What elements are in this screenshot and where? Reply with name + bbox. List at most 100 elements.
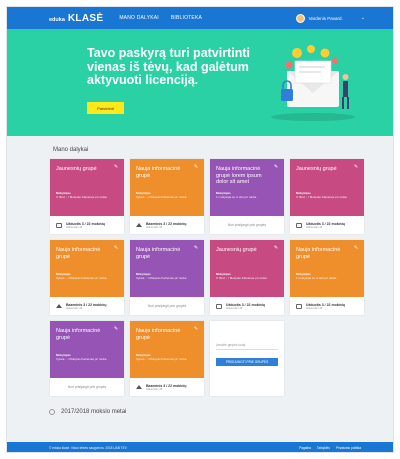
hero-title: Tavo paskyrą turi patvirtinti vienas iš …: [87, 46, 251, 87]
card-header[interactable]: Nauja informacinė grupė ✎ Mokytojas Vyta…: [130, 240, 204, 297]
card-footer: Užduotis 3 / 22 mokinių Atlikta laiku 48: [50, 216, 124, 234]
section-title: Mano dalykai: [53, 147, 89, 153]
subject-card[interactable]: Jaunesnių grupė ✎ Mokytojas V. Bud... / …: [50, 159, 124, 234]
card-title: Nauja informacinė grupė: [56, 328, 101, 341]
subject-card[interactable]: Nauja informacinė grupė ✎ Mokytojas 1 mo…: [290, 240, 364, 315]
book-icon: [296, 222, 302, 228]
logo-big: KLASĖ: [67, 12, 104, 24]
card-meta: Vytaut... / Mokytas Kalnėnas pri ranka: [136, 357, 187, 361]
app-frame: eduka KLASĖ MANO DALYKAI BIBLIOTEKA Vard…: [6, 6, 394, 453]
copyright-text: © eduka klasė. Visos teisės saugomos. 20…: [49, 446, 127, 450]
pencil-icon[interactable]: ✎: [273, 164, 279, 170]
avatar[interactable]: [295, 13, 305, 23]
card-footer: Bazeninis 3 / 22 mokinių Atlikta laiku 4…: [130, 378, 204, 396]
group-code-input[interactable]: [216, 349, 278, 350]
subject-card[interactable]: Jaunesnių grupė ✎ Mokytojas V. Bud... / …: [210, 240, 284, 315]
join-group-link[interactable]: Nori prisijungti prie grupės: [228, 223, 266, 227]
card-header[interactable]: Jaunesnių grupė ✎ Mokytojas V. Bud... / …: [210, 240, 284, 297]
subject-card[interactable]: Nauja informacinė grupė lorem ipsum dolo…: [210, 159, 284, 234]
group-code-label[interactable]: Įveskite grupės kodą: [216, 343, 245, 347]
card-footer: Nori prisijungti prie grupės: [50, 378, 124, 396]
card-footer: Bazeninis 3 / 22 mokinių Atlikta laiku 4…: [130, 216, 204, 234]
card-header[interactable]: Nauja informacinė grupė lorem ipsum dolo…: [210, 159, 284, 216]
card-footer: Nori prisijungti prie grupės: [210, 216, 284, 234]
join-group-link[interactable]: Nori prisijungti prie grupės: [148, 304, 186, 308]
card-header[interactable]: Nauja informacinė grupė ✎ Mokytojas Vyta…: [50, 240, 124, 297]
footer-link-terms[interactable]: Taisyklės: [317, 446, 330, 450]
book-icon: [216, 303, 222, 309]
top-nav: eduka KLASĖ MANO DALYKAI BIBLIOTEKA Vard…: [7, 7, 393, 29]
card-title: Nauja informacinė grupė: [136, 166, 181, 179]
card-stat-sub: Atlikta laiku 48: [66, 306, 83, 310]
card-meta: Vytaut... / Mokytas Kalnėnas pri ranka: [56, 357, 107, 361]
hero-banner: Tavo paskyrą turi patvirtinti vienas iš …: [7, 29, 393, 136]
footer-link-privacy[interactable]: Privatumo politika: [336, 446, 361, 450]
card-header[interactable]: Nauja informacinė grupė ✎ Mokytojas Vyta…: [130, 159, 204, 216]
card-meta: Vytaut... / Mokytas Kalnėnas pri ranka: [136, 276, 187, 280]
radio-icon[interactable]: [49, 409, 55, 415]
card-title: Nauja informacinė grupė lorem ipsum dolo…: [216, 166, 262, 185]
card-stat-sub: Atlikta laiku 48: [226, 306, 243, 310]
card-header[interactable]: Nauja informacinė grupė ✎ Mokytojas Vyta…: [50, 321, 124, 378]
join-group-link[interactable]: Nori prisijungti prie grupės: [68, 385, 106, 389]
card-meta: V. Bud... / Mokytas Kalnėnas pri ranka: [296, 195, 347, 199]
join-group-card: Įveskite grupės kodą PRISIJUNGTI PRIE GR…: [210, 321, 284, 396]
pencil-icon[interactable]: ✎: [193, 164, 199, 170]
footer: © eduka klasė. Visos teisės saugomos. 20…: [7, 442, 393, 452]
card-header[interactable]: Jaunesnių grupė ✎ Mokytojas V. Bud... / …: [50, 159, 124, 216]
card-title: Nauja informacinė grupė: [136, 247, 181, 260]
pencil-icon[interactable]: ✎: [193, 245, 199, 251]
card-meta: 1 mokytojai su ci aris pri ranka: [216, 195, 257, 199]
card-stat-sub: Atlikta laiku 48: [146, 225, 163, 229]
chevron-down-icon[interactable]: ⌄: [361, 15, 365, 21]
card-stat-sub: Atlikta laiku 48: [306, 225, 323, 229]
card-title: Jaunesnių grupė: [56, 166, 97, 172]
card-stat-sub: Atlikta laiku 48: [146, 387, 163, 391]
pencil-icon[interactable]: ✎: [113, 164, 119, 170]
card-stat-sub: Atlikta laiku 48: [66, 225, 83, 229]
card-meta: Vytaut... / Mokytas Kalnėnas pri ranka: [56, 276, 107, 280]
join-group-button[interactable]: PRISIJUNGTI PRIE GRUPĖS: [216, 358, 278, 366]
card-title: Jaunesnių grupė: [216, 247, 257, 253]
subject-card[interactable]: Nauja informacinė grupė ✎ Mokytojas Vyta…: [130, 321, 204, 396]
school-year-toggle[interactable]: 2017/2018 mokslo metai: [49, 409, 126, 415]
subject-card[interactable]: Nauja informacinė grupė ✎ Mokytojas Vyta…: [130, 240, 204, 315]
pencil-icon[interactable]: ✎: [273, 245, 279, 251]
footer-link-help[interactable]: Pagalba: [299, 446, 311, 450]
card-title: Jaunesnių grupė: [296, 166, 337, 172]
school-year-label: 2017/2018 mokslo metai: [61, 409, 127, 415]
card-footer: Bazeninis 3 / 22 mokinių Atlikta laiku 4…: [50, 297, 124, 315]
subject-card[interactable]: Nauja informacinė grupė ✎ Mokytojas Vyta…: [50, 321, 124, 396]
card-title: Nauja informacinė grupė: [296, 247, 341, 260]
card-footer: Užduotis 3 / 22 mokinių Atlikta laiku 48: [290, 216, 364, 234]
graduation-cap-icon: [56, 304, 62, 308]
card-meta: V. Bud... / Mokytas Kalnėnas pri ranka: [216, 276, 267, 280]
pencil-icon[interactable]: ✎: [353, 164, 359, 170]
book-icon: [56, 222, 62, 228]
logo[interactable]: eduka KLASĖ: [49, 13, 103, 24]
user-name: Vardenis Pavard.: [308, 15, 343, 21]
graduation-cap-icon: [136, 385, 142, 389]
nav-link-library[interactable]: BIBLIOTEKA: [171, 15, 202, 21]
card-footer: Nori prisijungti prie grupės: [130, 297, 204, 315]
pencil-icon[interactable]: ✎: [353, 245, 359, 251]
pencil-icon[interactable]: ✎: [193, 326, 199, 332]
card-title: Nauja informacinė grupė: [136, 328, 181, 341]
footer-links: Pagalba Taisyklės Privatumo politika: [299, 446, 361, 450]
pencil-icon[interactable]: ✎: [113, 245, 119, 251]
card-meta: V. Bud... / Mokytas Kalnėnas pri ranka: [56, 195, 107, 199]
confirm-button[interactable]: Patvirtinti: [87, 102, 124, 114]
subject-card[interactable]: Nauja informacinė grupė ✎ Mokytojas Vyta…: [130, 159, 204, 234]
pencil-icon[interactable]: ✎: [113, 326, 119, 332]
user-menu[interactable]: Vardenis Pavard. ⌄: [295, 13, 365, 23]
book-icon: [296, 303, 302, 309]
graduation-cap-icon: [136, 223, 142, 227]
logo-small: eduka: [49, 16, 65, 23]
card-stat-sub: Atlikta laiku 48: [306, 306, 323, 310]
subject-card[interactable]: Jaunesnių grupė ✎ Mokytojas V. Bud... / …: [290, 159, 364, 234]
nav-link-my-subjects[interactable]: MANO DALYKAI: [119, 15, 159, 21]
card-header[interactable]: Nauja informacinė grupė ✎ Mokytojas Vyta…: [130, 321, 204, 378]
subject-card[interactable]: Nauja informacinė grupė ✎ Mokytojas Vyta…: [50, 240, 124, 315]
card-header[interactable]: Nauja informacinė grupė ✎ Mokytojas 1 mo…: [290, 240, 364, 297]
card-header[interactable]: Jaunesnių grupė ✎ Mokytojas V. Bud... / …: [290, 159, 364, 216]
